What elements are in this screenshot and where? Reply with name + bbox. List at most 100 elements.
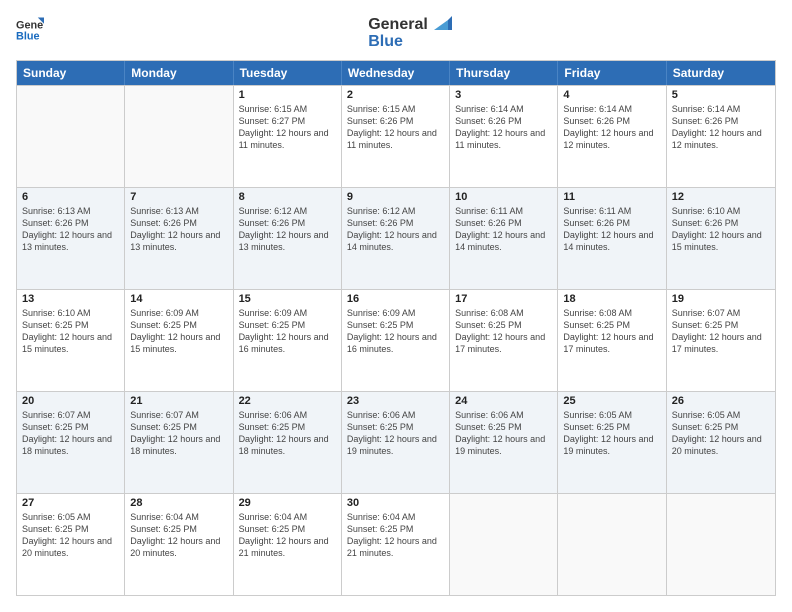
cal-cell-4-6 bbox=[667, 494, 775, 595]
day-number: 18 bbox=[563, 293, 660, 305]
cell-info-text: Sunrise: 6:06 AM Sunset: 6:25 PM Dayligh… bbox=[455, 409, 552, 458]
cell-info-text: Sunrise: 6:08 AM Sunset: 6:25 PM Dayligh… bbox=[455, 307, 552, 356]
cell-info-text: Sunrise: 6:04 AM Sunset: 6:25 PM Dayligh… bbox=[347, 511, 444, 560]
calendar-row-3: 20 Sunrise: 6:07 AM Sunset: 6:25 PM Dayli… bbox=[17, 391, 775, 493]
cal-cell-0-5: 4Sunrise: 6:14 AM Sunset: 6:26 PM Daylig… bbox=[558, 86, 666, 187]
cell-info-text: Sunrise: 6:09 AM Sunset: 6:25 PM Dayligh… bbox=[239, 307, 336, 356]
cell-info-text: Sunrise: 6:11 AM Sunset: 6:26 PM Dayligh… bbox=[563, 205, 660, 254]
cal-cell-2-2: 15Sunrise: 6:09 AM Sunset: 6:25 PM Dayli… bbox=[234, 290, 342, 391]
cal-cell-1-0: 6 Sunrise: 6:13 AM Sunset: 6:26 PM Daylig… bbox=[17, 188, 125, 289]
day-number: 22 bbox=[239, 395, 336, 407]
cal-cell-3-4: 24 Sunrise: 6:06 AM Sunset: 6:25 PM Dayli… bbox=[450, 392, 558, 493]
day-number: 12 bbox=[672, 191, 770, 203]
cal-cell-2-6: 19Sunrise: 6:07 AM Sunset: 6:25 PM Dayli… bbox=[667, 290, 775, 391]
day-number: 13 bbox=[22, 293, 119, 305]
cal-cell-3-3: 23 Sunrise: 6:06 AM Sunset: 6:25 PM Dayli… bbox=[342, 392, 450, 493]
day-number: 6 bbox=[22, 191, 119, 203]
day-number: 17 bbox=[455, 293, 552, 305]
cal-cell-2-1: 14 Sunrise: 6:09 AM Sunset: 6:25 PM Dayli… bbox=[125, 290, 233, 391]
cell-info-text: Sunrise: 6:09 AM Sunset: 6:25 PM Dayligh… bbox=[347, 307, 444, 356]
day-number: 4 bbox=[563, 89, 660, 101]
cal-cell-0-0 bbox=[17, 86, 125, 187]
cal-cell-1-1: 7 Sunrise: 6:13 AM Sunset: 6:26 PM Daylig… bbox=[125, 188, 233, 289]
calendar: SundayMondayTuesdayWednesdayThursdayFrid… bbox=[16, 60, 776, 596]
cell-info-text: Sunrise: 6:10 AM Sunset: 6:25 PM Dayligh… bbox=[22, 307, 119, 356]
cal-header-monday: Monday bbox=[125, 61, 233, 85]
calendar-row-2: 13 Sunrise: 6:10 AM Sunset: 6:25 PM Dayli… bbox=[17, 289, 775, 391]
cell-info-text: Sunrise: 6:06 AM Sunset: 6:25 PM Dayligh… bbox=[347, 409, 444, 458]
day-number: 9 bbox=[347, 191, 444, 203]
cal-cell-2-5: 18 Sunrise: 6:08 AM Sunset: 6:25 PM Dayli… bbox=[558, 290, 666, 391]
cal-cell-1-4: 10Sunrise: 6:11 AM Sunset: 6:26 PM Dayli… bbox=[450, 188, 558, 289]
day-number: 14 bbox=[130, 293, 227, 305]
cal-cell-4-1: 28 Sunrise: 6:04 AM Sunset: 6:25 PM Dayli… bbox=[125, 494, 233, 595]
day-number: 10 bbox=[455, 191, 552, 203]
day-number: 28 bbox=[130, 497, 227, 509]
cal-header-thursday: Thursday bbox=[450, 61, 558, 85]
calendar-body: 1 Sunrise: 6:15 AM Sunset: 6:27 PM Daylig… bbox=[17, 85, 775, 595]
cal-cell-0-3: 2 Sunrise: 6:15 AM Sunset: 6:26 PM Daylig… bbox=[342, 86, 450, 187]
day-number: 29 bbox=[239, 497, 336, 509]
logo-bird-icon bbox=[430, 16, 452, 34]
cal-cell-0-6: 5 Sunrise: 6:14 AM Sunset: 6:26 PM Daylig… bbox=[667, 86, 775, 187]
day-number: 21 bbox=[130, 395, 227, 407]
cell-info-text: Sunrise: 6:04 AM Sunset: 6:25 PM Dayligh… bbox=[239, 511, 336, 560]
cal-header-tuesday: Tuesday bbox=[234, 61, 342, 85]
day-number: 24 bbox=[455, 395, 552, 407]
cell-info-text: Sunrise: 6:13 AM Sunset: 6:26 PM Dayligh… bbox=[22, 205, 119, 254]
cal-cell-4-3: 30 Sunrise: 6:04 AM Sunset: 6:25 PM Dayli… bbox=[342, 494, 450, 595]
cal-cell-3-5: 25 Sunrise: 6:05 AM Sunset: 6:25 PM Dayli… bbox=[558, 392, 666, 493]
day-number: 16 bbox=[347, 293, 444, 305]
cal-cell-1-6: 12 Sunrise: 6:10 AM Sunset: 6:26 PM Dayli… bbox=[667, 188, 775, 289]
cell-info-text: Sunrise: 6:05 AM Sunset: 6:25 PM Dayligh… bbox=[22, 511, 119, 560]
calendar-row-1: 6 Sunrise: 6:13 AM Sunset: 6:26 PM Daylig… bbox=[17, 187, 775, 289]
day-number: 1 bbox=[239, 89, 336, 101]
day-number: 5 bbox=[672, 89, 770, 101]
day-number: 30 bbox=[347, 497, 444, 509]
cell-info-text: Sunrise: 6:07 AM Sunset: 6:25 PM Dayligh… bbox=[130, 409, 227, 458]
page: General Blue General Blue SundayMondayTu… bbox=[0, 0, 792, 612]
cell-info-text: Sunrise: 6:07 AM Sunset: 6:25 PM Dayligh… bbox=[22, 409, 119, 458]
cell-info-text: Sunrise: 6:14 AM Sunset: 6:26 PM Dayligh… bbox=[455, 103, 552, 152]
cal-cell-4-2: 29 Sunrise: 6:04 AM Sunset: 6:25 PM Dayli… bbox=[234, 494, 342, 595]
cal-header-wednesday: Wednesday bbox=[342, 61, 450, 85]
cal-cell-3-2: 22Sunrise: 6:06 AM Sunset: 6:25 PM Dayli… bbox=[234, 392, 342, 493]
calendar-header-row: SundayMondayTuesdayWednesdayThursdayFrid… bbox=[17, 61, 775, 85]
day-number: 11 bbox=[563, 191, 660, 203]
cal-cell-2-4: 17 Sunrise: 6:08 AM Sunset: 6:25 PM Dayli… bbox=[450, 290, 558, 391]
day-number: 23 bbox=[347, 395, 444, 407]
logo-text-block: General Blue bbox=[368, 16, 452, 50]
logo-icon: General Blue bbox=[16, 16, 44, 44]
cell-info-text: Sunrise: 6:08 AM Sunset: 6:25 PM Dayligh… bbox=[563, 307, 660, 356]
cal-cell-1-3: 9 Sunrise: 6:12 AM Sunset: 6:26 PM Daylig… bbox=[342, 188, 450, 289]
cell-info-text: Sunrise: 6:13 AM Sunset: 6:26 PM Dayligh… bbox=[130, 205, 227, 254]
cal-cell-4-0: 27 Sunrise: 6:05 AM Sunset: 6:25 PM Dayli… bbox=[17, 494, 125, 595]
calendar-row-0: 1 Sunrise: 6:15 AM Sunset: 6:27 PM Daylig… bbox=[17, 85, 775, 187]
cell-info-text: Sunrise: 6:05 AM Sunset: 6:25 PM Dayligh… bbox=[563, 409, 660, 458]
day-number: 19 bbox=[672, 293, 770, 305]
day-number: 25 bbox=[563, 395, 660, 407]
cell-info-text: Sunrise: 6:15 AM Sunset: 6:26 PM Dayligh… bbox=[347, 103, 444, 152]
day-number: 26 bbox=[672, 395, 770, 407]
cell-info-text: Sunrise: 6:09 AM Sunset: 6:25 PM Dayligh… bbox=[130, 307, 227, 356]
cal-cell-2-0: 13 Sunrise: 6:10 AM Sunset: 6:25 PM Dayli… bbox=[17, 290, 125, 391]
day-number: 27 bbox=[22, 497, 119, 509]
day-number: 20 bbox=[22, 395, 119, 407]
cell-info-text: Sunrise: 6:12 AM Sunset: 6:26 PM Dayligh… bbox=[347, 205, 444, 254]
cal-cell-4-4 bbox=[450, 494, 558, 595]
cal-cell-4-5 bbox=[558, 494, 666, 595]
cal-header-friday: Friday bbox=[558, 61, 666, 85]
calendar-row-4: 27 Sunrise: 6:05 AM Sunset: 6:25 PM Dayli… bbox=[17, 493, 775, 595]
cell-info-text: Sunrise: 6:14 AM Sunset: 6:26 PM Dayligh… bbox=[672, 103, 770, 152]
cell-info-text: Sunrise: 6:12 AM Sunset: 6:26 PM Dayligh… bbox=[239, 205, 336, 254]
day-number: 3 bbox=[455, 89, 552, 101]
cell-info-text: Sunrise: 6:10 AM Sunset: 6:26 PM Dayligh… bbox=[672, 205, 770, 254]
day-number: 2 bbox=[347, 89, 444, 101]
cell-info-text: Sunrise: 6:05 AM Sunset: 6:25 PM Dayligh… bbox=[672, 409, 770, 458]
cell-info-text: Sunrise: 6:15 AM Sunset: 6:27 PM Dayligh… bbox=[239, 103, 336, 152]
cal-header-saturday: Saturday bbox=[667, 61, 775, 85]
day-number: 7 bbox=[130, 191, 227, 203]
logo: General Blue bbox=[16, 16, 44, 44]
cell-info-text: Sunrise: 6:04 AM Sunset: 6:25 PM Dayligh… bbox=[130, 511, 227, 560]
cal-header-sunday: Sunday bbox=[17, 61, 125, 85]
